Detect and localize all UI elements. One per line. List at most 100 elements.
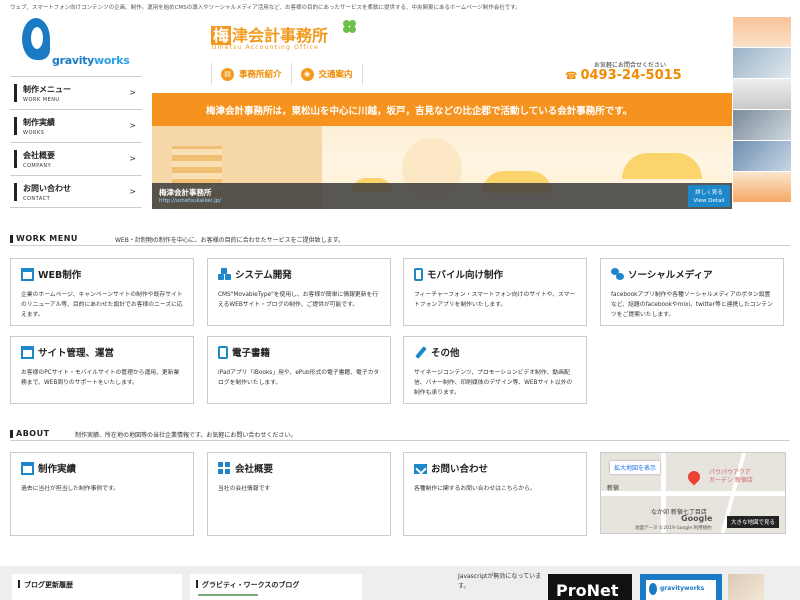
nav-item-label: 会社概要 xyxy=(23,151,55,160)
card-body: CMS"MovableType"を使用し、お客様が簡単に情報更新を行えるWEBサ… xyxy=(218,292,379,308)
nav-item-company[interactable]: 会社概要 COMPANY > xyxy=(10,142,142,175)
card-web-production[interactable]: WEB制作 企業のホームページ、キャンペーンサイトの制作や既存サイトのリニューア… xyxy=(10,258,194,326)
nav-item-sublabel: CONTACT xyxy=(23,196,51,202)
section-header-about: ABOUT 制作実績、所在地の地図等の当社企業情報です。お気軽にお問い合わせくだ… xyxy=(10,429,790,441)
map-copyright: 地図データ ©2019 Google 利用規約 xyxy=(635,526,712,531)
chat-bubbles-icon xyxy=(611,267,624,281)
banner-caption-url[interactable]: http://umetsukaikei.jp/ xyxy=(159,198,221,204)
card-title: WEB制作 xyxy=(38,270,82,281)
panel-title: グラビティ・ワークスのブログ xyxy=(196,580,299,590)
logo-word: gravityworks xyxy=(52,54,130,67)
card-title: お問い合わせ xyxy=(431,464,489,475)
card-ebook[interactable]: 電子書籍 iPadアプリ「iBooks」用や、ePub形式の電子書籍、電子カタロ… xyxy=(207,336,391,404)
card-body: フィーチャーフォン・スマートフォン向けのサイトや、スマートフォンアプリを制作いた… xyxy=(414,292,576,308)
card-body: お客様のPCサイト・モバイルサイトの管理から運用、更新業務まで、WEB周りのサポ… xyxy=(21,370,180,386)
view-detail-button[interactable]: 詳しく見る View Detail xyxy=(688,185,730,207)
card-title: システム開発 xyxy=(235,270,292,281)
chevron-right-icon: > xyxy=(129,88,136,97)
map-label: ガーデン 新宿店 xyxy=(709,477,753,484)
thumbnail[interactable] xyxy=(733,172,791,202)
client-brand-subtitle: Umetsu Accounting Office xyxy=(212,44,319,51)
card-title: 制作実績 xyxy=(38,464,77,475)
pronet-banner[interactable]: ProNet xyxy=(548,574,632,600)
nav-item-label: お問い合わせ xyxy=(23,184,71,193)
nav-item-label: 制作実績 xyxy=(23,118,55,127)
thumbnail[interactable] xyxy=(733,17,791,47)
blog-history-panel: ブログ更新履歴 xyxy=(12,574,182,600)
card-title: サイト管理、運営 xyxy=(38,348,115,359)
mail-icon xyxy=(414,464,427,474)
panel-title: ブログ更新履歴 xyxy=(18,580,73,590)
tab-access[interactable]: ◉ 交通案内 xyxy=(292,63,363,85)
nav-item-work-menu[interactable]: 制作メニュー WORK MENU > xyxy=(10,76,142,109)
nav-item-works[interactable]: 制作実績 WORKS > xyxy=(10,109,142,142)
nav-item-contact[interactable]: お問い合わせ CONTACT > xyxy=(10,175,142,208)
thumbnail[interactable] xyxy=(733,110,791,140)
client-brand-title: 梅津会計事務所 xyxy=(211,26,329,45)
hero-banner[interactable]: 梅津会計事務所は，東松山を中心に川越，坂戸，吉見などの比企郡で活動している会計事… xyxy=(152,93,732,209)
nav-item-label: 制作メニュー xyxy=(23,85,71,94)
chevron-right-icon: > xyxy=(129,154,136,163)
site-description: ウェブ、スマートフォン向けコンテンツの企画、制作。運用を始めCMSの導入やソーシ… xyxy=(10,5,521,11)
card-body: iPadアプリ「iBooks」用や、ePub形式の電子書籍、電子カタログを制作い… xyxy=(218,370,380,386)
card-mobile-production[interactable]: モバイル向け制作 フィーチャーフォン・スマートフォン向けのサイトや、スマートフォ… xyxy=(403,258,587,326)
card-works[interactable]: 制作実績 過去に当社が担当した制作事例です。 xyxy=(10,452,194,536)
grid-icon xyxy=(218,461,231,475)
chevron-right-icon: > xyxy=(129,121,136,130)
cubes-icon xyxy=(218,267,231,281)
tablet-icon xyxy=(218,345,228,359)
card-company[interactable]: 会社概要 当社の会社情報です xyxy=(207,452,391,536)
clover-icon xyxy=(343,20,357,34)
card-social-media[interactable]: ソーシャルメディア facebookアプリ制作や各種ソーシャルメディアのボタン設… xyxy=(600,258,784,326)
nav-item-sublabel: COMPANY xyxy=(23,163,52,169)
card-body: 過去に当社が担当した制作事例です。 xyxy=(21,486,119,492)
thumbnail[interactable] xyxy=(733,79,791,109)
gravityworks-logo[interactable]: gravityworks xyxy=(18,18,136,72)
browser-window-icon xyxy=(21,267,34,281)
map-pin-icon[interactable] xyxy=(685,468,703,486)
banner-caption: 梅津会計事務所 http://umetsukaikei.jp/ 詳しく見る Vie… xyxy=(152,183,732,209)
tab-label: 交通案内 xyxy=(318,70,353,80)
card-body: facebookアプリ制作や各種ソーシャルメディアのボタン設置など、話題のfac… xyxy=(611,292,773,318)
banner-headline: 梅津会計事務所は，東松山を中心に川越，坂戸，吉見などの比企郡で活動している会計事… xyxy=(152,93,732,126)
browser-window-icon xyxy=(21,461,34,475)
mobile-phone-icon xyxy=(414,267,423,281)
banner-caption-title: 梅津会計事務所 xyxy=(159,188,212,197)
banner-thumbnails xyxy=(733,17,791,203)
gw-blog-panel: グラビティ・ワークスのブログ xyxy=(190,574,362,600)
card-body: サイネージコンテンツ、プロモーションビデオ制作、動画配信、バナー制作、印刷媒体の… xyxy=(414,370,573,396)
card-title: 電子書籍 xyxy=(232,348,271,359)
phone-icon: ☎ xyxy=(565,71,578,82)
tab-label: 事務所紹介 xyxy=(239,70,282,80)
card-system-development[interactable]: システム開発 CMS"MovableType"を使用し、お客様が簡単に情報更新を… xyxy=(207,258,391,326)
card-body: 当社の会社情報です xyxy=(218,486,271,492)
building-icon: ▤ xyxy=(221,67,234,81)
thumbnail[interactable] xyxy=(733,141,791,171)
gravityworks-banner[interactable]: gravityworks xyxy=(640,574,722,600)
javascript-disabled-note: Javascriptが無効になっています。 xyxy=(458,573,542,590)
card-site-management[interactable]: サイト管理、運営 お客様のPCサイト・モバイルサイトの管理から運用、更新業務まで… xyxy=(10,336,194,404)
chevron-right-icon: > xyxy=(129,187,136,196)
card-contact[interactable]: お問い合わせ 各種制作に関するお問い合わせはこちらから。 xyxy=(403,452,587,536)
tab-office-intro[interactable]: ▤ 事務所紹介 xyxy=(212,63,292,85)
photo-banner[interactable] xyxy=(728,574,764,600)
cloud-illustration xyxy=(622,153,702,179)
view-large-map-button[interactable]: 大きな地図で見る xyxy=(726,516,779,528)
nav-item-sublabel: WORK MENU xyxy=(23,97,60,103)
thumbnail[interactable] xyxy=(733,48,791,78)
card-other[interactable]: その他 サイネージコンテンツ、プロモーションビデオ制作、動画配信、バナー制作、印… xyxy=(403,336,587,404)
card-body: 企業のホームページ、キャンペーンサイトの制作や既存サイトのリニューアル等、目的に… xyxy=(21,292,183,318)
nav-item-sublabel: WORKS xyxy=(23,130,45,136)
google-logo: Google xyxy=(681,514,713,523)
logo-mark xyxy=(22,18,50,60)
card-body: 各種制作に関するお問い合わせはこちらから。 xyxy=(414,486,536,492)
site-admin-icon xyxy=(21,345,34,359)
card-title: ソーシャルメディア xyxy=(628,270,713,281)
google-map[interactable]: 拡大地図を表示 パウパウアクア ガーデン 新宿店 なか卯 新宿七丁目店 新宿 G… xyxy=(600,452,786,534)
section-description: WEB・計制物の制作を中心に、お客様の目的に合わせたサービスをご提供致します。 xyxy=(115,237,345,244)
map-expand-link[interactable]: 拡大地図を表示 xyxy=(610,461,661,474)
card-title: その他 xyxy=(431,348,460,359)
section-header-work-menu: WORK MENU WEB・計制物の制作を中心に、お客様の目的に合わせたサービス… xyxy=(10,234,790,246)
client-header-tabs: ▤ 事務所紹介 ◉ 交通案内 xyxy=(211,63,363,85)
pen-icon xyxy=(414,346,427,359)
